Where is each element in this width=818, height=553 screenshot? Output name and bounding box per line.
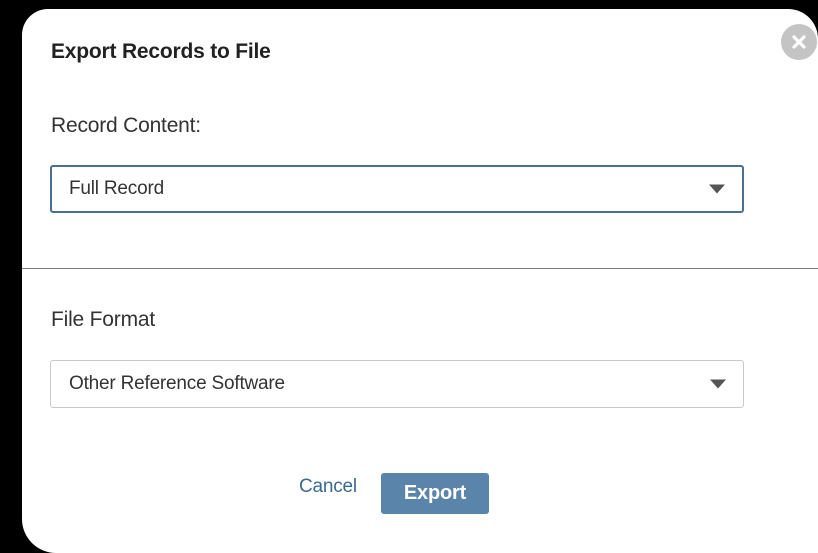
record-content-value: Full Record xyxy=(69,178,164,199)
close-button[interactable] xyxy=(781,24,817,60)
file-format-value: Other Reference Software xyxy=(69,373,285,394)
export-records-dialog: Export Records to File Record Content: F… xyxy=(22,9,818,553)
chevron-down-icon xyxy=(709,184,725,194)
export-button[interactable]: Export xyxy=(381,473,489,514)
section-divider xyxy=(22,268,818,269)
record-content-label: Record Content: xyxy=(51,114,201,137)
cancel-button[interactable]: Cancel xyxy=(299,476,357,498)
file-format-label: File Format xyxy=(51,308,155,331)
file-format-select[interactable]: Other Reference Software xyxy=(50,360,744,408)
close-icon xyxy=(792,35,806,49)
record-content-select[interactable]: Full Record xyxy=(50,165,744,213)
chevron-down-icon xyxy=(710,379,726,389)
dialog-title: Export Records to File xyxy=(51,40,271,63)
